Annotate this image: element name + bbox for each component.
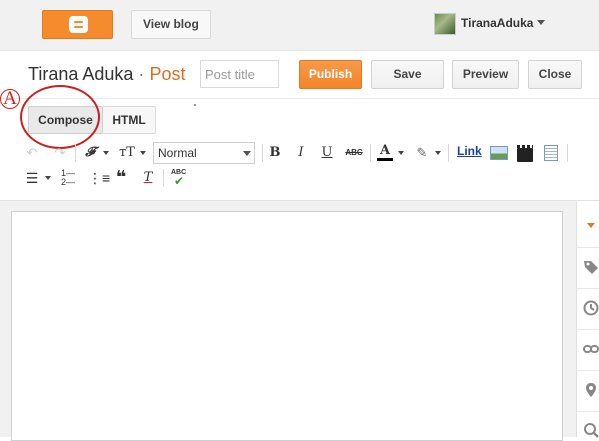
permalink-icon[interactable] [583, 341, 599, 357]
stray-dot [194, 104, 196, 106]
text-color-button[interactable]: A [377, 143, 393, 161]
chevron-down-icon[interactable] [45, 176, 51, 180]
chevron-down-icon[interactable] [140, 151, 146, 155]
bullet-list-icon[interactable]: ⋮≡ [88, 169, 110, 187]
schedule-icon[interactable] [583, 300, 599, 316]
close-button[interactable]: Close [528, 60, 582, 89]
jump-break-icon[interactable] [544, 145, 558, 161]
video-icon[interactable] [517, 145, 533, 162]
format-select[interactable]: Normal [153, 142, 255, 164]
bold-button[interactable]: B [268, 144, 282, 162]
post-body-editor[interactable] [11, 211, 563, 441]
chevron-down-icon [243, 151, 251, 156]
numbered-list-icon[interactable]: 1― 2― [61, 169, 77, 187]
side-divider [577, 411, 599, 412]
toolbar-divider [370, 144, 371, 162]
toolbar-divider [262, 144, 263, 162]
blog-name: Tirana Aduka [28, 64, 134, 84]
side-divider [577, 370, 599, 371]
redo-icon[interactable]: ↷ [52, 144, 68, 162]
highlighter-icon[interactable]: ✎ [414, 144, 430, 162]
italic-button[interactable]: I [294, 144, 308, 162]
font-size-icon[interactable]: тT [117, 144, 137, 162]
side-divider [577, 288, 599, 289]
quote-icon[interactable]: ❝ [113, 168, 129, 186]
annotation-circle [20, 85, 100, 149]
undo-icon[interactable]: ↶ [24, 144, 40, 162]
labels-icon[interactable] [583, 259, 599, 275]
chevron-down-icon[interactable] [435, 151, 441, 155]
chevron-down-icon[interactable] [103, 151, 109, 155]
avatar[interactable] [434, 13, 456, 35]
format-select-value: Normal [158, 146, 197, 160]
side-divider [577, 329, 599, 330]
side-divider [577, 247, 599, 248]
post-title-input[interactable] [200, 60, 279, 88]
spellcheck-icon[interactable]: ABC ✔ [171, 169, 189, 188]
post-label: Post [149, 64, 186, 84]
post-settings-panel [576, 200, 599, 437]
strikethrough-button[interactable]: ABC [343, 144, 365, 162]
annotation-marker: A [0, 89, 20, 109]
underline-button[interactable]: U [320, 144, 334, 162]
page-title: Tirana Aduka · Post [28, 64, 185, 85]
remove-format-icon[interactable]: T [140, 169, 156, 187]
toolbar-divider [448, 144, 449, 162]
chevron-down-icon[interactable] [398, 151, 404, 155]
save-button[interactable]: Save [371, 60, 444, 89]
account-username[interactable]: TiranaAduka [461, 16, 533, 30]
preview-button[interactable]: Preview [452, 60, 519, 89]
toolbar-divider [163, 169, 164, 187]
settings-caret-icon[interactable] [587, 223, 595, 228]
tab-html[interactable]: HTML [103, 106, 156, 134]
view-blog-button[interactable]: View blog [131, 10, 211, 39]
search-description-icon[interactable] [583, 422, 599, 438]
publish-button[interactable]: Publish [299, 60, 362, 89]
blogger-logo-icon[interactable] [42, 10, 113, 39]
title-separator: · [138, 64, 145, 84]
toolbar-divider [567, 144, 568, 162]
align-left-icon[interactable]: ☰ [24, 169, 40, 187]
chevron-down-icon[interactable] [537, 20, 545, 25]
toolbar-divider [75, 144, 76, 162]
location-icon[interactable] [583, 382, 599, 398]
font-family-icon[interactable]: 𝓕 [82, 144, 98, 162]
image-icon[interactable] [490, 146, 508, 160]
link-button[interactable]: Link [457, 144, 482, 158]
